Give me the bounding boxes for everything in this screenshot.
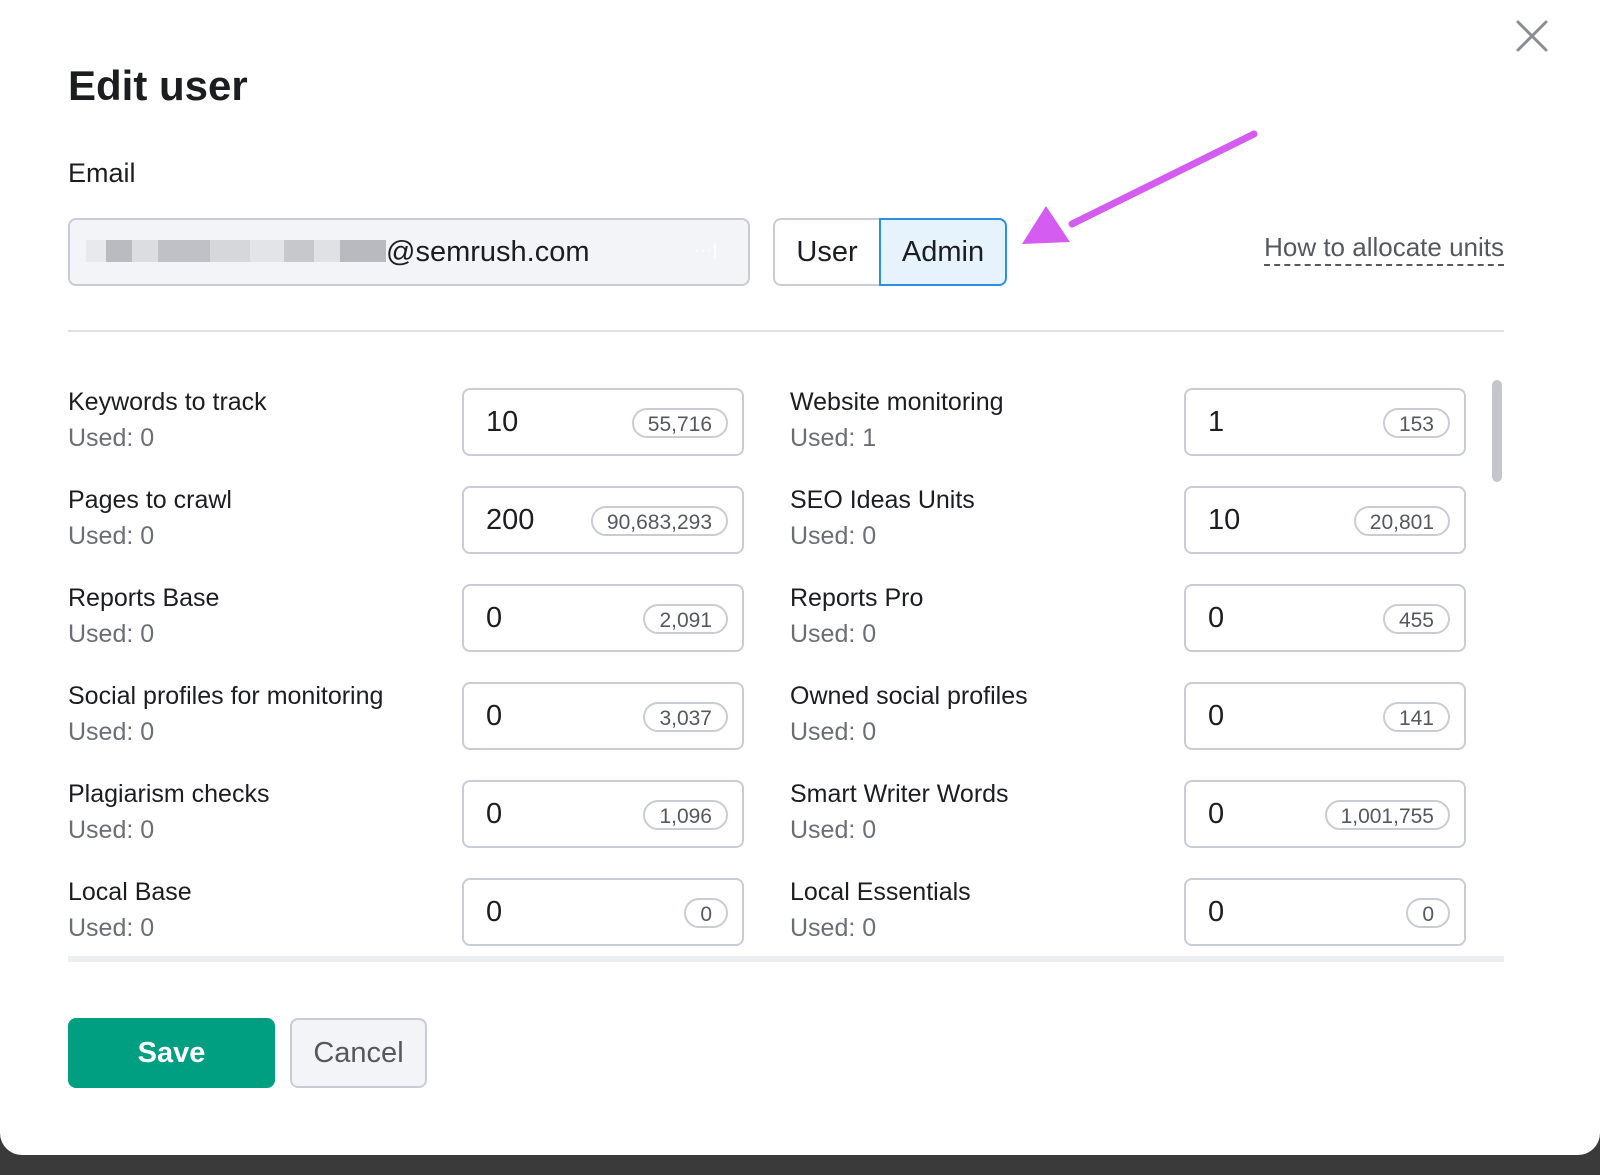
- limit-name: Website monitoring: [790, 388, 1004, 416]
- limit-value: 10: [486, 406, 519, 438]
- limit-name: Reports Base: [68, 584, 220, 612]
- limit-value: 1: [1208, 406, 1225, 438]
- limit-row: Keywords to track Used: 0 10 55,716: [68, 372, 768, 456]
- limit-input[interactable]: 0 3,037: [462, 682, 744, 750]
- limit-available-badge: 0: [1406, 898, 1450, 928]
- limit-available-badge: 455: [1382, 604, 1450, 634]
- limit-name: SEO Ideas Units: [790, 486, 975, 514]
- limit-value: 0: [486, 602, 503, 634]
- limit-used: Used: 0: [68, 718, 155, 746]
- limit-row: Website monitoring Used: 1 1 153: [790, 372, 1490, 456]
- limit-input[interactable]: 0 455: [1184, 584, 1466, 652]
- email-domain-text: @semrush.com: [386, 236, 590, 268]
- limit-used: Used: 0: [790, 914, 877, 942]
- limit-input[interactable]: 0 1,096: [462, 780, 744, 848]
- limit-row: Owned social profiles Used: 0 0 141: [790, 666, 1490, 750]
- annotation-arrow-icon: [1022, 130, 1258, 244]
- limit-input[interactable]: 200 90,683,293: [462, 486, 744, 554]
- limit-input[interactable]: 0 0: [462, 878, 744, 946]
- edit-user-dialog: Edit user Email @semrush.com ···| User A…: [0, 0, 1600, 1155]
- email-field[interactable]: @semrush.com ···|: [68, 218, 750, 286]
- limits-scrollbar[interactable]: [1492, 380, 1502, 482]
- limit-used: Used: 0: [790, 718, 877, 746]
- limit-value: 0: [1208, 700, 1225, 732]
- limit-value: 0: [1208, 798, 1225, 830]
- limit-row: Social profiles for monitoring Used: 0 0…: [68, 666, 768, 750]
- limit-available-badge: 55,716: [631, 408, 728, 438]
- limit-name: Smart Writer Words: [790, 780, 1009, 808]
- limit-name: Reports Pro: [790, 584, 924, 612]
- limit-row: Reports Base Used: 0 0 2,091: [68, 568, 768, 652]
- role-user-button[interactable]: User: [773, 218, 879, 286]
- limit-used: Used: 0: [790, 816, 877, 844]
- limit-name: Pages to crawl: [68, 486, 232, 514]
- limit-input[interactable]: 1 153: [1184, 388, 1466, 456]
- limit-name: Local Base: [68, 878, 192, 906]
- limit-available-badge: 2,091: [643, 604, 728, 634]
- limit-used: Used: 1: [790, 424, 877, 452]
- limit-input[interactable]: 10 20,801: [1184, 486, 1466, 554]
- limit-input[interactable]: 0 2,091: [462, 584, 744, 652]
- how-to-allocate-units-link[interactable]: How to allocate units: [1264, 232, 1504, 266]
- limit-input[interactable]: 10 55,716: [462, 388, 744, 456]
- close-icon[interactable]: [1514, 18, 1550, 54]
- limit-available-badge: 153: [1382, 408, 1450, 438]
- limit-row: Local Essentials Used: 0 0 0: [790, 862, 1490, 946]
- limit-used: Used: 0: [68, 522, 155, 550]
- cancel-button[interactable]: Cancel: [290, 1018, 427, 1088]
- limit-available-badge: 141: [1382, 702, 1450, 732]
- limit-row: Plagiarism checks Used: 0 0 1,096: [68, 764, 768, 848]
- limits-list: Keywords to track Used: 0 10 55,716 Webs…: [68, 372, 1504, 962]
- limit-name: Keywords to track: [68, 388, 267, 416]
- limit-used: Used: 0: [790, 620, 877, 648]
- limit-used: Used: 0: [68, 424, 155, 452]
- role-toggle: User Admin: [773, 218, 1007, 286]
- limit-available-badge: 1,001,755: [1324, 800, 1450, 830]
- email-redacted-blur: [86, 240, 386, 262]
- limit-row: Local Base Used: 0 0 0: [68, 862, 768, 946]
- save-button[interactable]: Save: [68, 1018, 275, 1088]
- limit-available-badge: 90,683,293: [590, 506, 728, 536]
- limit-used: Used: 0: [68, 914, 155, 942]
- limit-value: 200: [486, 504, 535, 536]
- limit-value: 0: [486, 700, 503, 732]
- limit-available-badge: 3,037: [643, 702, 728, 732]
- limit-input[interactable]: 0 141: [1184, 682, 1466, 750]
- limit-available-badge: 1,096: [643, 800, 728, 830]
- limit-input[interactable]: 0 1,001,755: [1184, 780, 1466, 848]
- limit-available-badge: 0: [684, 898, 728, 928]
- limit-value: 0: [1208, 896, 1225, 928]
- limit-name: Owned social profiles: [790, 682, 1028, 710]
- limit-row: Smart Writer Words Used: 0 0 1,001,755: [790, 764, 1490, 848]
- limit-row: Pages to crawl Used: 0 200 90,683,293: [68, 470, 768, 554]
- limit-used: Used: 0: [790, 522, 877, 550]
- limit-name: Social profiles for monitoring: [68, 682, 384, 710]
- limit-name: Local Essentials: [790, 878, 971, 906]
- limit-name: Plagiarism checks: [68, 780, 270, 808]
- header-divider: [68, 330, 1504, 332]
- footer-divider: [68, 956, 1504, 962]
- limit-available-badge: 20,801: [1353, 506, 1450, 536]
- limit-value: 10: [1208, 504, 1241, 536]
- dialog-title: Edit user: [68, 62, 248, 109]
- limit-value: 0: [486, 798, 503, 830]
- limit-value: 0: [486, 896, 503, 928]
- limit-used: Used: 0: [68, 620, 155, 648]
- limit-row: SEO Ideas Units Used: 0 10 20,801: [790, 470, 1490, 554]
- limit-used: Used: 0: [68, 816, 155, 844]
- email-masked-dots: ···|: [693, 242, 718, 259]
- limit-row: Reports Pro Used: 0 0 455: [790, 568, 1490, 652]
- role-admin-button[interactable]: Admin: [879, 218, 1007, 286]
- email-label: Email: [68, 158, 136, 188]
- limit-input[interactable]: 0 0: [1184, 878, 1466, 946]
- limit-value: 0: [1208, 602, 1225, 634]
